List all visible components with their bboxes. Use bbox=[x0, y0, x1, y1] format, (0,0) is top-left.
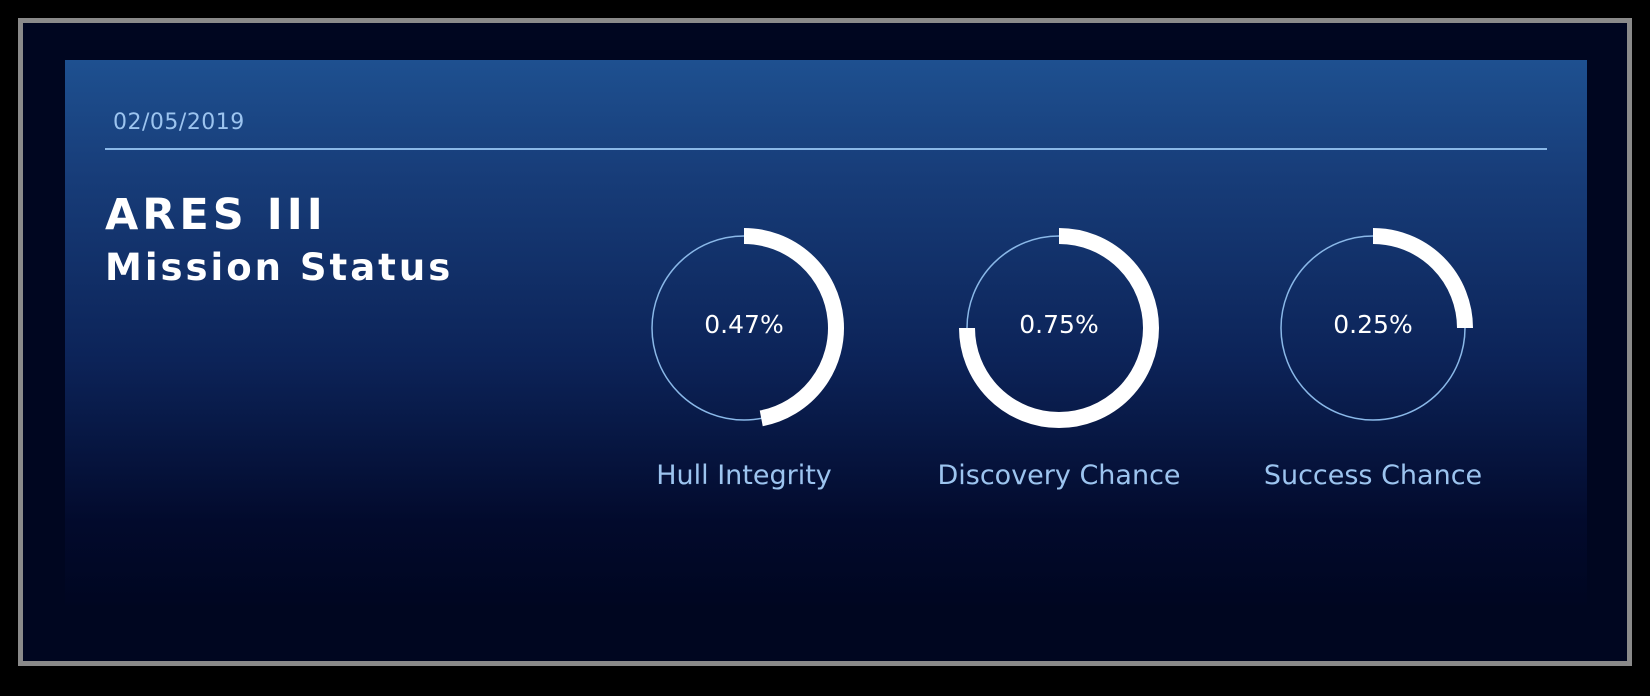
gauge-value: 0.75% bbox=[1019, 310, 1099, 339]
mission-subtitle: Mission Status bbox=[105, 246, 454, 289]
gauge-hull-integrity: 0.47% Hull Integrity bbox=[614, 228, 874, 508]
gauge-label: Hull Integrity bbox=[656, 460, 832, 491]
gauge-success-chance: 0.25% Success Chance bbox=[1243, 228, 1503, 508]
gauge-label: Success Chance bbox=[1263, 460, 1483, 491]
mission-title: ARES III bbox=[105, 190, 327, 240]
gauge-discovery-chance: 0.75% Discovery Chance bbox=[929, 228, 1189, 508]
gauge-value: 0.47% bbox=[704, 310, 784, 339]
date-label: 02/05/2019 bbox=[113, 110, 245, 135]
gauge-label: Discovery Chance bbox=[937, 460, 1181, 491]
gauge-value: 0.25% bbox=[1333, 310, 1413, 339]
header-divider bbox=[105, 148, 1547, 150]
mission-status-panel: 02/05/2019 ARES III Mission Status 0.47%… bbox=[65, 60, 1587, 605]
dashboard-frame: 02/05/2019 ARES III Mission Status 0.47%… bbox=[18, 18, 1632, 666]
